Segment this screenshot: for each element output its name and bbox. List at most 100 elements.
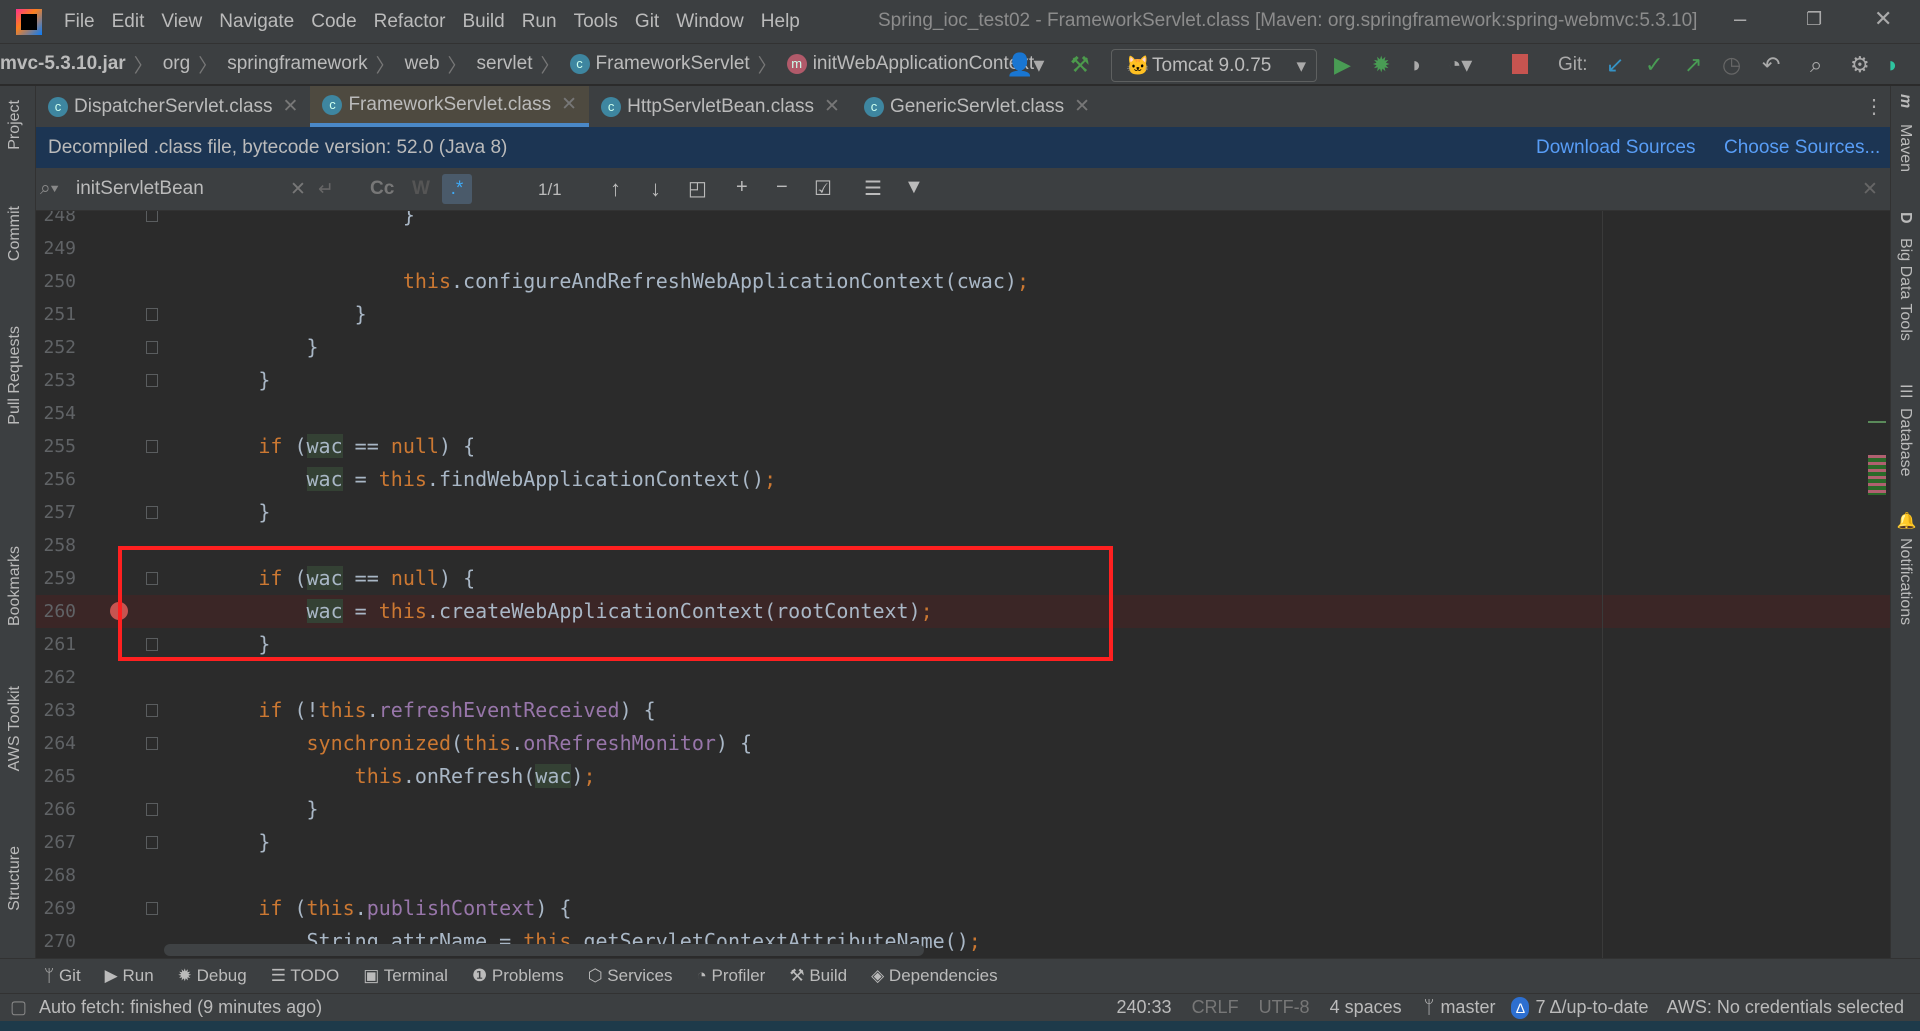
git-push-icon[interactable]: ↗ bbox=[1684, 52, 1702, 78]
fold-marker-icon[interactable] bbox=[146, 737, 158, 750]
regex-toggle[interactable]: .* bbox=[442, 174, 472, 204]
select-all-occurrences-icon[interactable]: ☑ bbox=[814, 176, 832, 201]
fold-marker-icon[interactable] bbox=[146, 803, 158, 816]
code-line[interactable]: 251 } bbox=[36, 298, 1890, 331]
settings-gear-icon[interactable]: ⚙ bbox=[1850, 52, 1870, 78]
close-window-button[interactable]: ✕ bbox=[1874, 6, 1892, 32]
tab-frameworkservlet[interactable]: c FrameworkServlet.class ✕ bbox=[310, 86, 590, 127]
caret-position[interactable]: 240:33 bbox=[1117, 997, 1172, 1018]
horizontal-scrollbar[interactable] bbox=[164, 944, 924, 956]
aws-toolkit-tool-button[interactable]: AWS Toolkit bbox=[6, 686, 24, 771]
breadcrumb-item[interactable]: servlet bbox=[477, 53, 533, 75]
debug-icon[interactable]: ✹ bbox=[1372, 52, 1390, 78]
close-tab-icon[interactable]: ✕ bbox=[1074, 95, 1090, 118]
tool-window-build[interactable]: ⚒ Build bbox=[789, 966, 847, 986]
new-line-icon[interactable]: ↵ bbox=[318, 178, 334, 201]
build-hammer-icon[interactable]: ⚒ bbox=[1070, 52, 1090, 78]
code-with-me-icon[interactable]: ◗ bbox=[1886, 52, 1899, 78]
restore-button[interactable]: ❐ bbox=[1806, 9, 1822, 30]
menu-refactor[interactable]: Refactor bbox=[374, 11, 446, 32]
menu-view[interactable]: View bbox=[161, 11, 202, 32]
file-encoding[interactable]: UTF-8 bbox=[1259, 997, 1310, 1018]
multi-select-icon[interactable]: ◰ bbox=[688, 176, 707, 201]
code-line[interactable]: 249 bbox=[36, 232, 1890, 265]
breadcrumb-item[interactable]: org bbox=[163, 53, 190, 75]
aws-credentials[interactable]: AWS: No credentials selected bbox=[1667, 997, 1904, 1018]
close-tab-icon[interactable]: ✕ bbox=[283, 95, 299, 118]
clear-search-icon[interactable]: ✕ bbox=[290, 178, 306, 201]
download-sources-link[interactable]: Download Sources bbox=[1536, 137, 1695, 159]
history-icon[interactable]: ◷ bbox=[1722, 52, 1741, 78]
code-line[interactable]: 264 synchronized(this.onRefreshMonitor) … bbox=[36, 727, 1890, 760]
add-occurrence-icon[interactable]: + bbox=[736, 176, 748, 199]
menu-build[interactable]: Build bbox=[462, 11, 504, 32]
previous-match-icon[interactable]: ↑ bbox=[610, 176, 621, 202]
tool-window-problems[interactable]: ❶ Problems bbox=[472, 966, 564, 986]
fold-marker-icon[interactable] bbox=[146, 341, 158, 354]
menu-help[interactable]: Help bbox=[761, 11, 800, 32]
code-line[interactable]: 250 this.configureAndRefreshWebApplicati… bbox=[36, 265, 1890, 298]
menu-git[interactable]: Git bbox=[635, 11, 659, 32]
status-message[interactable]: Auto fetch: finished (9 minutes ago) bbox=[39, 997, 322, 1018]
git-commit-icon[interactable]: ✓ bbox=[1645, 52, 1663, 78]
breadcrumb-item[interactable]: mvc-5.3.10.jar bbox=[0, 53, 126, 75]
fold-marker-icon[interactable] bbox=[146, 211, 158, 222]
filter-icon[interactable]: ▼ bbox=[904, 176, 924, 199]
toggle-tool-windows-icon[interactable]: ▢ bbox=[10, 997, 27, 1018]
menu-file[interactable]: File bbox=[64, 11, 95, 32]
close-tab-icon[interactable]: ✕ bbox=[561, 93, 577, 116]
code-line[interactable]: 266 } bbox=[36, 793, 1890, 826]
tab-httpservletbean[interactable]: c HttpServletBean.class ✕ bbox=[589, 86, 852, 127]
tool-window-services[interactable]: ⬡ Services bbox=[588, 966, 673, 986]
menu-tools[interactable]: Tools bbox=[574, 11, 618, 32]
fold-marker-icon[interactable] bbox=[146, 836, 158, 849]
filter-options-icon[interactable]: ☰ bbox=[864, 176, 882, 201]
whole-words-toggle[interactable]: W bbox=[412, 178, 430, 200]
database-tool-button[interactable]: Database bbox=[1896, 408, 1914, 477]
git-branch[interactable]: master bbox=[1440, 997, 1495, 1018]
next-match-icon[interactable]: ↓ bbox=[650, 176, 661, 202]
code-line[interactable]: 256 wac = this.findWebApplicationContext… bbox=[36, 463, 1890, 496]
pull-requests-tool-button[interactable]: Pull Requests bbox=[6, 326, 24, 425]
run-icon[interactable]: ▶ bbox=[1334, 52, 1351, 78]
code-line[interactable]: 257 } bbox=[36, 496, 1890, 529]
notifications-tool-button[interactable]: Notifications bbox=[1896, 538, 1914, 625]
code-line[interactable]: 255 if (wac == null) { bbox=[36, 430, 1890, 463]
menu-run[interactable]: Run bbox=[522, 11, 557, 32]
rollback-icon[interactable]: ↶ bbox=[1762, 52, 1780, 78]
maven-tool-button[interactable]: Maven bbox=[1896, 124, 1914, 172]
code-line[interactable]: 267 } bbox=[36, 826, 1890, 859]
minimize-button[interactable]: – bbox=[1734, 6, 1746, 32]
structure-tool-button[interactable]: Structure bbox=[6, 846, 24, 911]
fold-marker-icon[interactable] bbox=[146, 374, 158, 387]
close-find-bar-icon[interactable]: ✕ bbox=[1862, 178, 1878, 201]
fold-marker-icon[interactable] bbox=[146, 902, 158, 915]
profile-icon[interactable]: ◔▾ bbox=[1448, 52, 1472, 78]
code-line[interactable]: 262 bbox=[36, 661, 1890, 694]
choose-sources-link[interactable]: Choose Sources... bbox=[1724, 137, 1880, 159]
fold-marker-icon[interactable] bbox=[146, 506, 158, 519]
breadcrumb-item[interactable]: springframework bbox=[227, 53, 367, 75]
tool-window-dependencies[interactable]: ◈ Dependencies bbox=[871, 966, 998, 986]
code-line[interactable]: 254 bbox=[36, 397, 1890, 430]
breadcrumb-item[interactable]: web bbox=[405, 53, 440, 75]
menu-code[interactable]: Code bbox=[311, 11, 356, 32]
tool-window-debug[interactable]: ✹ Debug bbox=[178, 966, 247, 986]
stop-icon[interactable] bbox=[1512, 54, 1528, 74]
search-icon[interactable]: ⌕ bbox=[1810, 52, 1822, 78]
code-line[interactable]: 268 bbox=[36, 859, 1890, 892]
menu-window[interactable]: Window bbox=[676, 11, 744, 32]
tab-genericservlet[interactable]: c GenericServlet.class ✕ bbox=[852, 86, 1102, 127]
code-line[interactable]: 263 if (!this.refreshEventReceived) { bbox=[36, 694, 1890, 727]
tool-window-todo[interactable]: ☰ TODO bbox=[271, 966, 339, 986]
code-editor[interactable]: 248 } 249 250 this.configureAndRefreshWebA… bbox=[36, 211, 1890, 958]
indent-setting[interactable]: 4 spaces bbox=[1330, 997, 1402, 1018]
tool-window-run[interactable]: ▶ Run bbox=[105, 966, 154, 986]
more-tabs-icon[interactable]: ⋮ bbox=[1864, 94, 1884, 119]
close-tab-icon[interactable]: ✕ bbox=[824, 95, 840, 118]
menu-edit[interactable]: Edit bbox=[112, 11, 145, 32]
coverage-icon[interactable]: ◗ bbox=[1410, 52, 1423, 78]
line-separator[interactable]: CRLF bbox=[1192, 997, 1239, 1018]
project-tool-button[interactable]: Project bbox=[6, 100, 24, 150]
fold-marker-icon[interactable] bbox=[146, 440, 158, 453]
